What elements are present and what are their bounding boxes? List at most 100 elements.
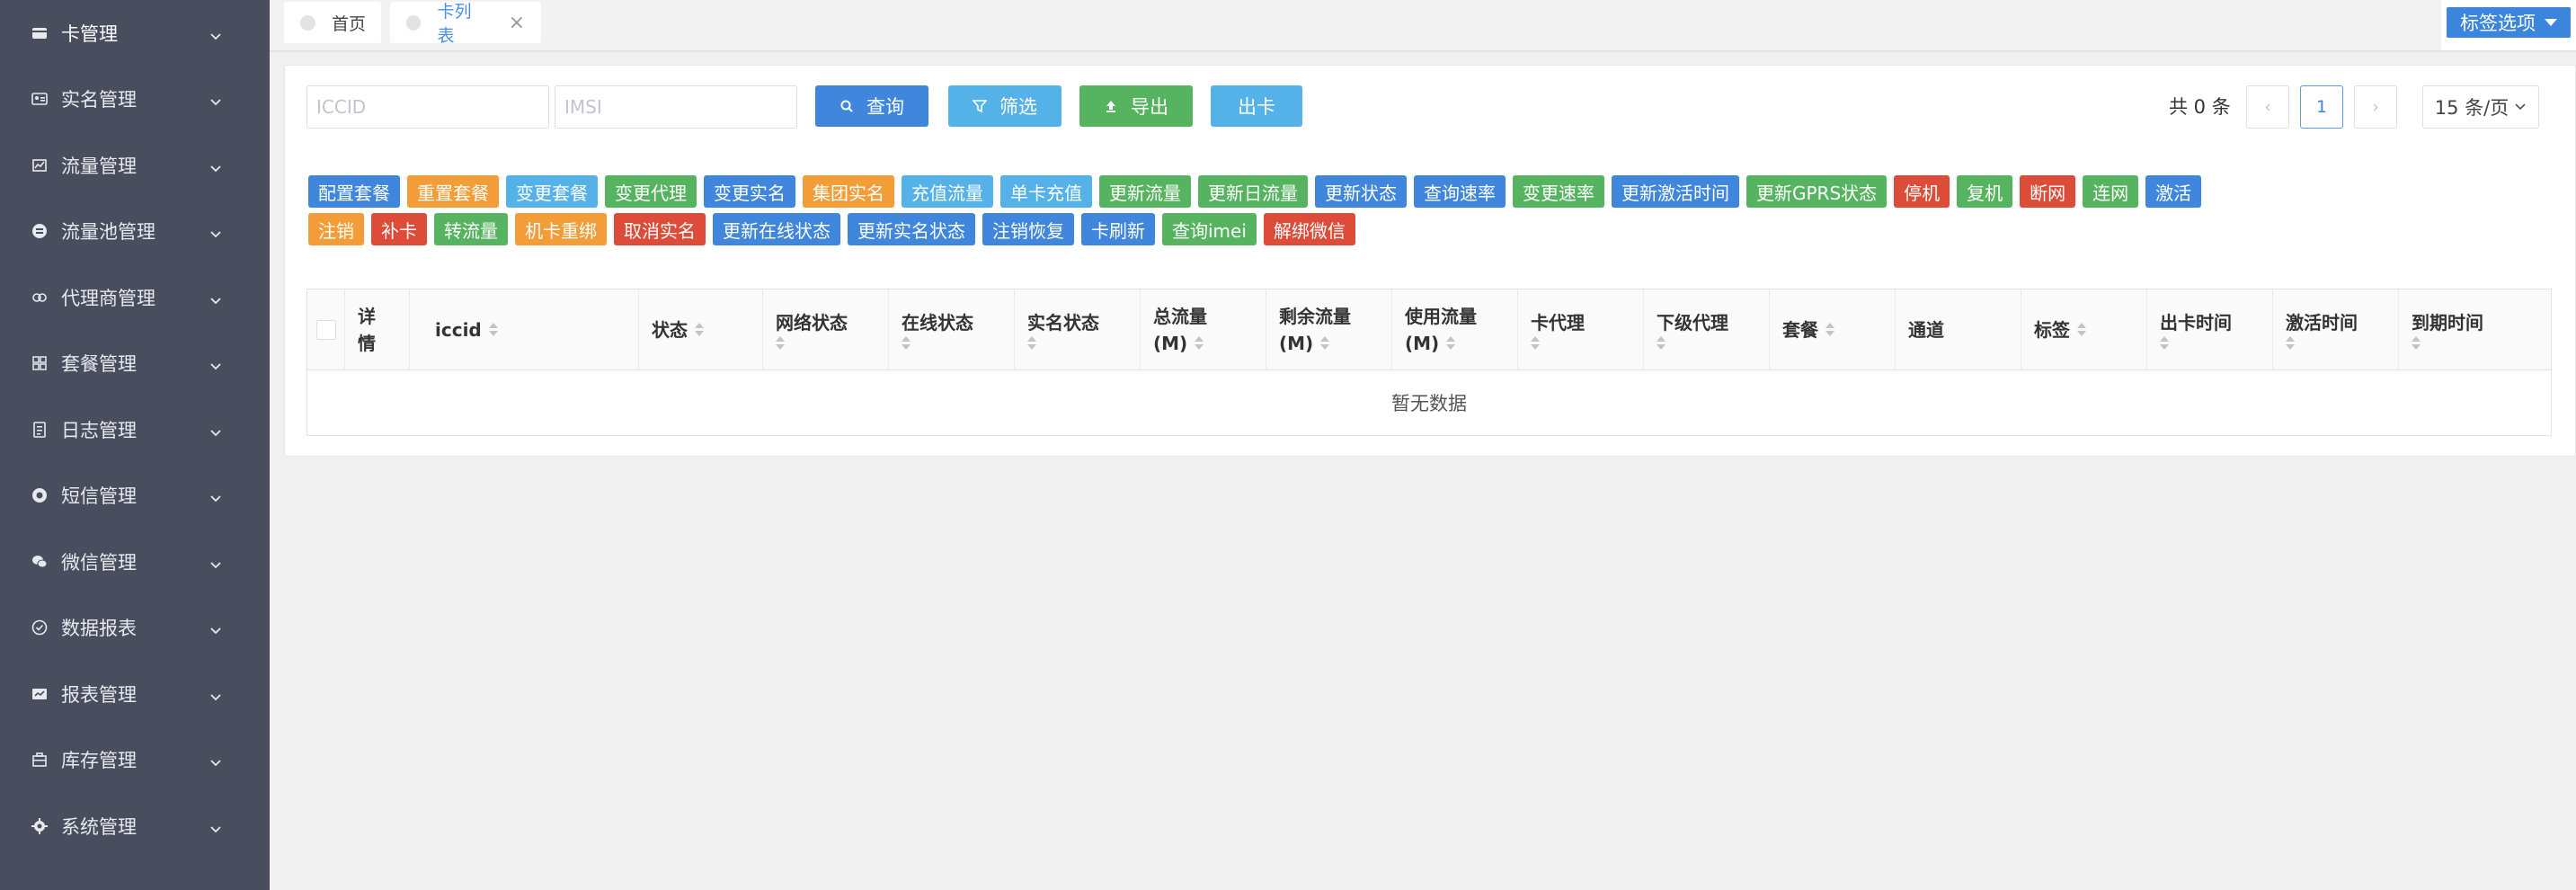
sort-icon[interactable] bbox=[902, 336, 910, 350]
action-button[interactable]: 更新激活时间 bbox=[1612, 175, 1739, 208]
tab-home[interactable]: 首页 bbox=[284, 2, 381, 43]
action-button[interactable]: 复机 bbox=[1957, 175, 2013, 208]
page-size-select[interactable]: 15 条/页 bbox=[2422, 85, 2539, 129]
sidebar-item[interactable]: 日志管理 bbox=[0, 396, 270, 463]
action-button[interactable]: 充值流量 bbox=[902, 175, 993, 208]
action-button[interactable]: 解绑微信 bbox=[1263, 213, 1355, 245]
table-column-header[interactable]: 网络状态 bbox=[763, 289, 889, 369]
tag-options-button[interactable]: 标签选项 bbox=[2447, 7, 2571, 38]
table-column-header[interactable]: 卡代理 bbox=[1518, 289, 1644, 369]
sort-icon[interactable] bbox=[1320, 336, 1330, 350]
close-icon[interactable]: × bbox=[509, 12, 525, 34]
table-column-header[interactable]: iccid bbox=[410, 289, 639, 369]
action-button[interactable]: 集团实名 bbox=[803, 175, 894, 208]
sort-icon[interactable] bbox=[695, 323, 704, 336]
sidebar-item[interactable]: 实名管理 bbox=[0, 67, 270, 133]
action-button[interactable]: 补卡 bbox=[371, 213, 427, 245]
sidebar-item-label: 数据报表 bbox=[61, 618, 137, 640]
sidebar-item[interactable]: 报表管理 bbox=[0, 661, 270, 727]
gear-icon bbox=[31, 817, 49, 835]
sidebar-item[interactable]: 库存管理 bbox=[0, 727, 270, 794]
action-button[interactable]: 更新GPRS状态 bbox=[1746, 175, 1888, 208]
sort-icon[interactable] bbox=[1027, 336, 1036, 350]
table-column-header[interactable]: 使用流量 (M) bbox=[1392, 289, 1518, 369]
table-column-header[interactable]: 套餐 bbox=[1770, 289, 1896, 369]
sidebar-item-label: 流量管理 bbox=[61, 155, 137, 177]
table-column-header[interactable]: 总流量 (M) bbox=[1141, 289, 1266, 369]
imsi-input[interactable] bbox=[555, 85, 797, 129]
filter-button[interactable]: 筛选 bbox=[948, 85, 1061, 127]
sidebar-item[interactable]: 流量管理 bbox=[0, 132, 270, 199]
table-column-header[interactable]: 剩余流量 (M) bbox=[1266, 289, 1392, 369]
sort-icon[interactable] bbox=[1195, 336, 1204, 350]
action-button[interactable]: 转流量 bbox=[434, 213, 508, 245]
action-button[interactable]: 注销 bbox=[308, 213, 364, 245]
action-button[interactable]: 机卡重绑 bbox=[515, 213, 607, 245]
column-label: iccid bbox=[435, 318, 482, 341]
iccid-input[interactable] bbox=[306, 85, 549, 129]
sort-icon[interactable] bbox=[2160, 336, 2169, 350]
sidebar-item[interactable]: 系统管理 bbox=[0, 793, 270, 859]
table-column-header[interactable]: 实名状态 bbox=[1015, 289, 1141, 369]
sort-icon[interactable] bbox=[1531, 336, 1540, 350]
table-column-header[interactable]: 到期时间 bbox=[2399, 289, 2543, 369]
action-button[interactable]: 更新流量 bbox=[1099, 175, 1191, 208]
filter-icon bbox=[973, 100, 987, 113]
table-column-header[interactable]: 激活时间 bbox=[2273, 289, 2399, 369]
action-button[interactable]: 查询速率 bbox=[1414, 175, 1506, 208]
sidebar-item-label: 套餐管理 bbox=[61, 353, 137, 376]
action-button[interactable]: 断网 bbox=[2020, 175, 2076, 208]
chevron-down-icon bbox=[209, 555, 223, 569]
sort-icon[interactable] bbox=[1825, 323, 1834, 336]
prev-page-button[interactable]: ‹ bbox=[2246, 85, 2289, 129]
action-button[interactable]: 卡刷新 bbox=[1081, 213, 1155, 245]
sort-icon[interactable] bbox=[2412, 336, 2421, 350]
sidebar-item[interactable]: 卡管理 bbox=[0, 0, 270, 67]
table-column-header[interactable]: 标签 bbox=[2021, 289, 2147, 369]
sidebar-item[interactable]: 短信管理 bbox=[0, 463, 270, 530]
table-column-header[interactable]: 状态 bbox=[639, 289, 763, 369]
action-button[interactable]: 更新状态 bbox=[1315, 175, 1407, 208]
sort-icon[interactable] bbox=[2286, 336, 2295, 350]
table-column-header[interactable]: 在线状态 bbox=[889, 289, 1015, 369]
sidebar-item[interactable]: 数据报表 bbox=[0, 595, 270, 662]
sidebar-item[interactable]: 代理商管理 bbox=[0, 264, 270, 331]
sort-icon[interactable] bbox=[1446, 336, 1456, 350]
action-button[interactable]: 更新日流量 bbox=[1198, 175, 1308, 208]
sort-icon[interactable] bbox=[1657, 336, 1666, 350]
select-all-checkbox[interactable] bbox=[316, 319, 336, 340]
action-button[interactable]: 取消实名 bbox=[614, 213, 706, 245]
action-button[interactable]: 单卡充值 bbox=[1000, 175, 1092, 208]
sidebar-item[interactable]: 流量池管理 bbox=[0, 199, 270, 265]
action-button[interactable]: 查询imei bbox=[1162, 213, 1257, 245]
sort-icon[interactable] bbox=[488, 323, 498, 336]
action-button[interactable]: 更新实名状态 bbox=[848, 213, 975, 245]
tab-card-list[interactable]: 卡列表 × bbox=[390, 2, 541, 46]
action-button[interactable]: 注销恢复 bbox=[982, 213, 1074, 245]
action-button[interactable]: 停机 bbox=[1894, 175, 1950, 208]
sort-icon[interactable] bbox=[776, 336, 785, 350]
export-button[interactable]: 导出 bbox=[1079, 85, 1193, 127]
action-button[interactable]: 激活 bbox=[2145, 175, 2202, 208]
outcard-button[interactable]: 出卡 bbox=[1211, 85, 1302, 127]
action-button[interactable]: 连网 bbox=[2083, 175, 2139, 208]
column-label-unit: (M) bbox=[1405, 332, 1440, 354]
card-icon bbox=[31, 24, 49, 42]
sidebar-item[interactable]: 微信管理 bbox=[0, 529, 270, 595]
action-button[interactable]: 变更速率 bbox=[1513, 175, 1604, 208]
action-button[interactable]: 变更实名 bbox=[704, 175, 795, 208]
action-button[interactable]: 重置套餐 bbox=[407, 175, 499, 208]
table-column-header[interactable]: 出卡时间 bbox=[2147, 289, 2273, 369]
table-column-header[interactable]: 下级代理 bbox=[1644, 289, 1770, 369]
action-button[interactable]: 变更套餐 bbox=[506, 175, 598, 208]
query-button[interactable]: 查询 bbox=[815, 85, 928, 127]
sort-icon[interactable] bbox=[2077, 323, 2086, 336]
action-button[interactable]: 变更代理 bbox=[605, 175, 697, 208]
column-label: 到期时间 bbox=[2412, 312, 2483, 334]
sidebar-item[interactable]: 套餐管理 bbox=[0, 331, 270, 397]
next-page-button[interactable]: › bbox=[2354, 85, 2397, 129]
report-icon bbox=[31, 619, 49, 636]
action-button[interactable]: 配置套餐 bbox=[308, 175, 400, 208]
action-button[interactable]: 更新在线状态 bbox=[713, 213, 840, 245]
page-number-current[interactable]: 1 bbox=[2300, 85, 2343, 129]
